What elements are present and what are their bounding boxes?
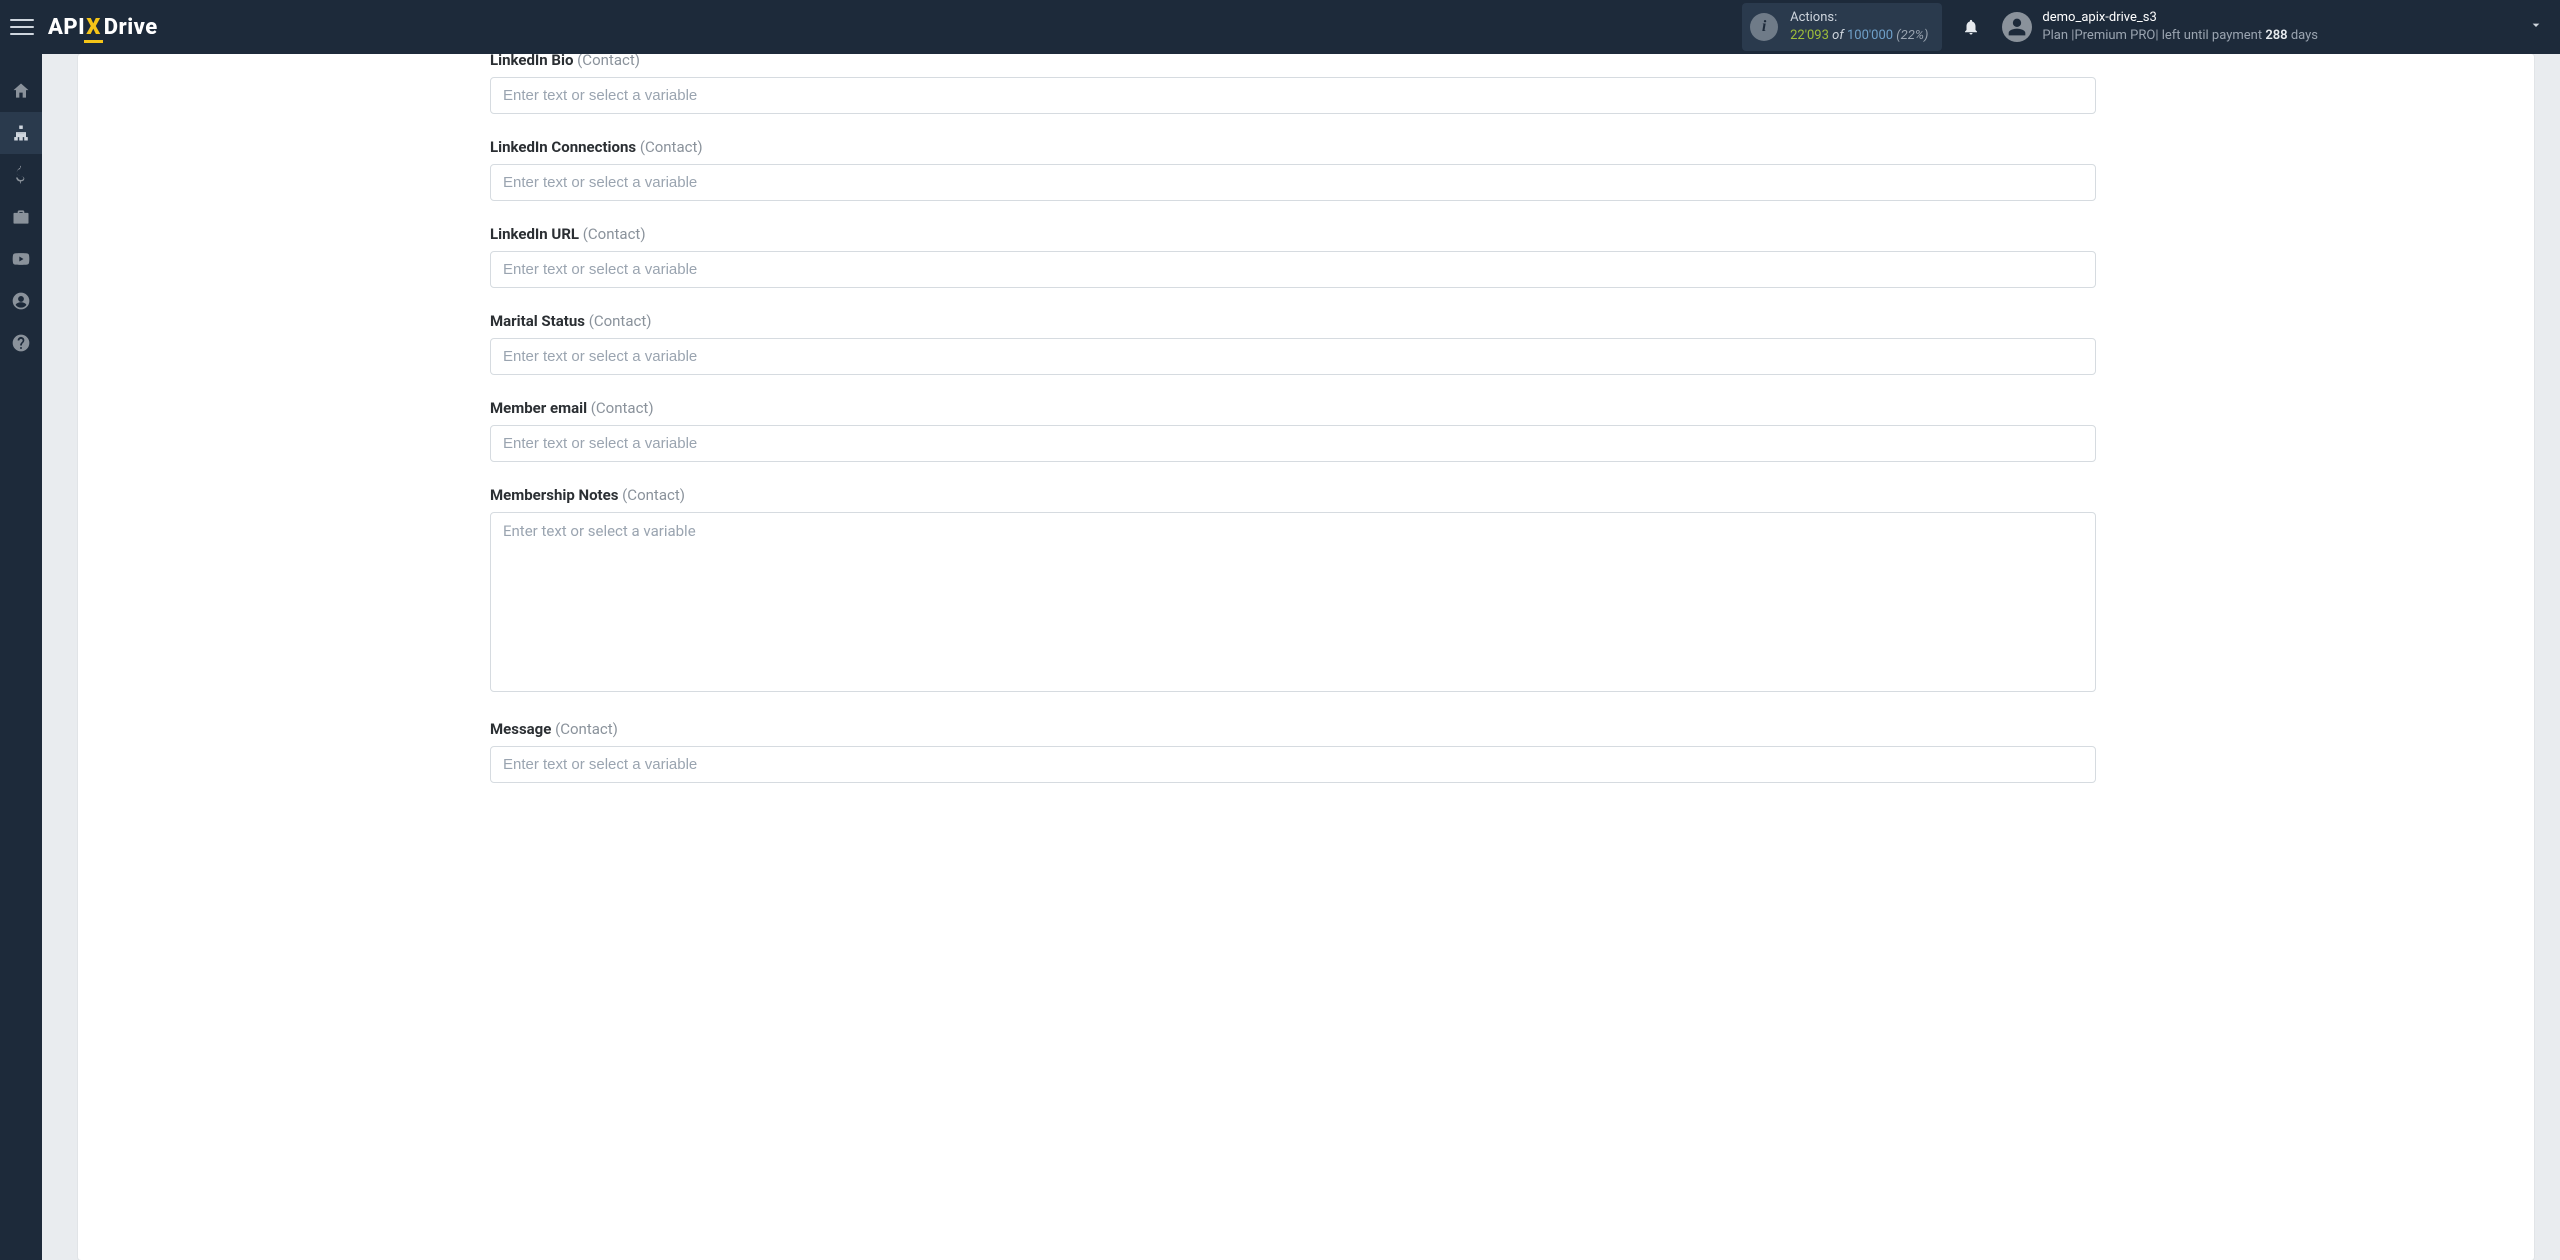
field-scope-linkedin_bio: (Contact) [577,54,640,69]
info-icon: i [1750,13,1778,41]
field-scope-linkedin_connections: (Contact) [640,138,703,156]
input-linkedin_bio[interactable] [490,77,2096,114]
bell-icon [1962,18,1980,36]
field-label-text-linkedin_bio: LinkedIn Bio [490,54,573,69]
field-label-text-linkedin_url: LinkedIn URL [490,225,579,243]
field-message: Message (Contact) [490,720,2096,783]
field-scope-linkedin_url: (Contact) [583,225,646,243]
field-label-text-linkedin_connections: LinkedIn Connections [490,138,636,156]
field-label-linkedin_connections: LinkedIn Connections (Contact) [490,138,2096,156]
user-menu[interactable]: demo_apix-drive_s3 Plan |Premium PRO| le… [2002,9,2544,44]
field-scope-membership_notes: (Contact) [622,486,685,504]
field-label-text-member_email: Member email [490,399,587,417]
actions-used: 22'093 [1790,28,1829,43]
field-label-text-message: Message [490,720,551,738]
input-message[interactable] [490,746,2096,783]
field-label-member_email: Member email (Contact) [490,399,2096,417]
sidebar-item-connections[interactable] [0,112,42,154]
main-canvas: LinkedIn Bio (Contact)LinkedIn Connectio… [42,54,2560,1260]
field-marital_status: Marital Status (Contact) [490,312,2096,375]
field-label-message: Message (Contact) [490,720,2096,738]
field-label-marital_status: Marital Status (Contact) [490,312,2096,330]
avatar [2002,12,2032,42]
video-icon [11,249,31,269]
sidebar-item-briefcase[interactable] [0,196,42,238]
home-icon [11,81,31,101]
sidebar-item-account[interactable] [0,280,42,322]
notifications-button[interactable] [1960,16,1982,38]
logo-api: API [48,15,85,40]
sidebar-item-help[interactable] [0,322,42,364]
user-icon [2007,17,2027,37]
sidebar [0,54,42,1260]
field-membership_notes: Membership Notes (Contact) [490,486,2096,696]
help-icon [11,333,31,353]
brand-logo[interactable]: API X Drive [48,15,158,40]
logo-drive: Drive [104,15,158,40]
actions-of: of [1832,28,1844,43]
dollar-icon [11,165,31,185]
chevron-down-icon [2528,17,2544,33]
user-plan: Plan |Premium PRO| left until payment 28… [2042,27,2318,45]
field-label-membership_notes: Membership Notes (Contact) [490,486,2096,504]
field-label-text-membership_notes: Membership Notes [490,486,618,504]
field-label-linkedin_url: LinkedIn URL (Contact) [490,225,2096,243]
field-linkedin_connections: LinkedIn Connections (Contact) [490,138,2096,201]
logo-x: X [86,15,101,40]
field-label-text-marital_status: Marital Status [490,312,585,330]
actions-usage-text: Actions: 22'093 of 100'000 (22%) [1790,9,1928,44]
menu-toggle-button[interactable] [10,15,34,39]
field-mapping-form: LinkedIn Bio (Contact)LinkedIn Connectio… [490,54,2096,807]
user-name: demo_apix-drive_s3 [2042,9,2318,27]
input-linkedin_connections[interactable] [490,164,2096,201]
user-menu-chevron[interactable] [2528,17,2544,37]
field-linkedin_bio: LinkedIn Bio (Contact) [490,54,2096,114]
field-linkedin_url: LinkedIn URL (Contact) [490,225,2096,288]
briefcase-icon [11,207,31,227]
field-label-linkedin_bio: LinkedIn Bio (Contact) [490,54,2096,69]
field-scope-message: (Contact) [555,720,618,738]
actions-pct: (22%) [1896,28,1928,43]
account-icon [11,291,31,311]
actions-total: 100'000 [1847,28,1893,43]
field-scope-member_email: (Contact) [591,399,654,417]
actions-label: Actions: [1790,9,1928,27]
sidebar-item-home[interactable] [0,70,42,112]
input-marital_status[interactable] [490,338,2096,375]
field-scope-marital_status: (Contact) [589,312,652,330]
input-member_email[interactable] [490,425,2096,462]
input-membership_notes[interactable] [490,512,2096,692]
connections-icon [11,123,31,143]
sidebar-item-video[interactable] [0,238,42,280]
app-header: API X Drive i Actions: 22'093 of 100'000… [0,0,2560,54]
input-linkedin_url[interactable] [490,251,2096,288]
actions-usage-box[interactable]: i Actions: 22'093 of 100'000 (22%) [1742,3,1942,50]
content-panel: LinkedIn Bio (Contact)LinkedIn Connectio… [78,54,2534,1260]
user-text: demo_apix-drive_s3 Plan |Premium PRO| le… [2042,9,2318,44]
sidebar-item-billing[interactable] [0,154,42,196]
field-member_email: Member email (Contact) [490,399,2096,462]
